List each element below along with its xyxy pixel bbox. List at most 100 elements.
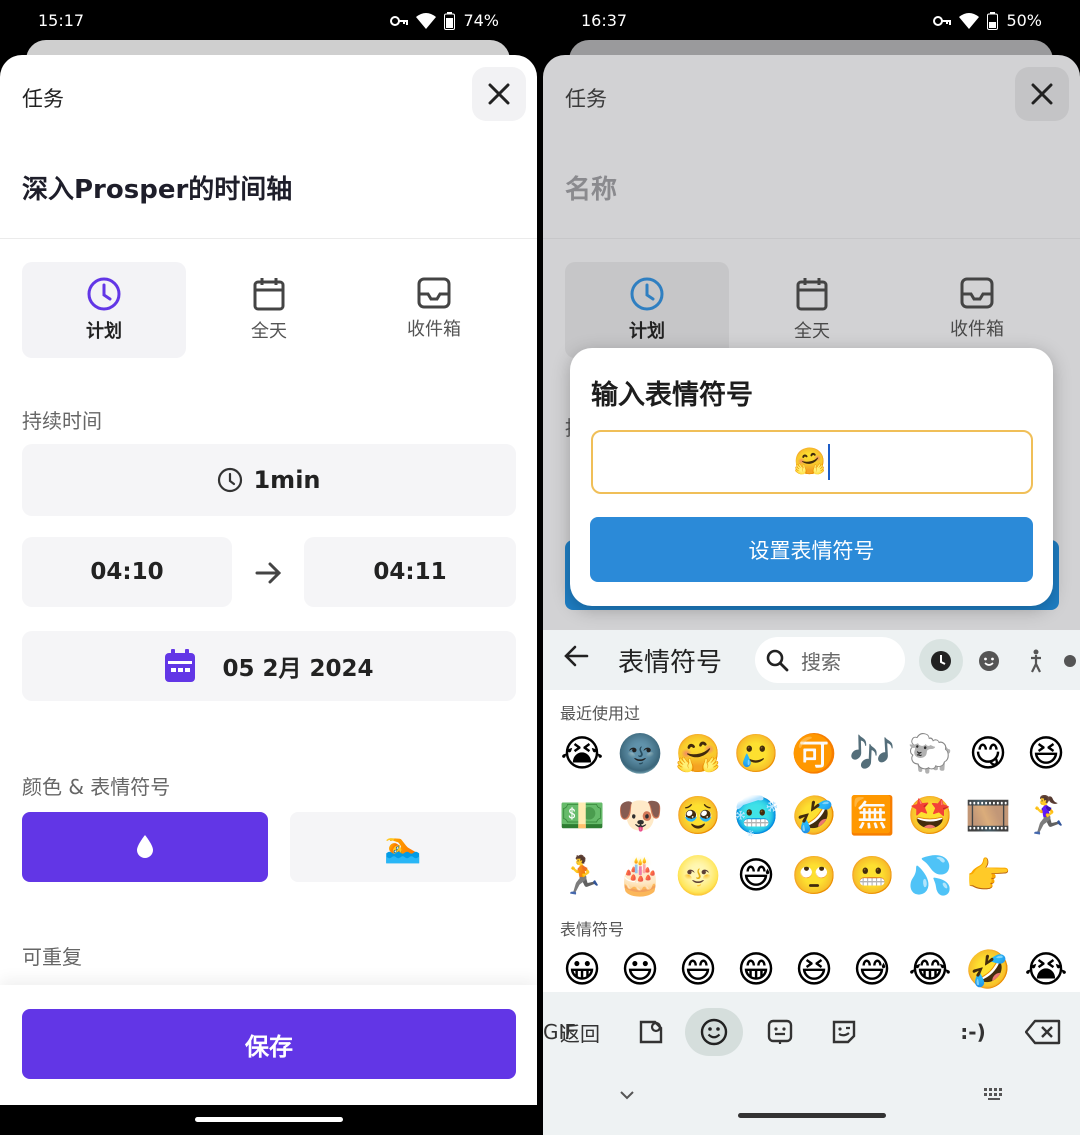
- category-people[interactable]: [1014, 639, 1058, 683]
- emoji-key[interactable]: 🤣: [959, 944, 1017, 994]
- start-time: 04:10: [90, 559, 164, 585]
- wifi-icon: [959, 12, 980, 29]
- emoji-key[interactable]: 😆: [785, 944, 843, 994]
- emoji-key[interactable]: 🤣: [785, 790, 843, 840]
- tab-all-day[interactable]: 全天: [187, 262, 351, 358]
- emoji-key[interactable]: 💵: [553, 790, 611, 840]
- gif-button[interactable]: GIF: [543, 1008, 576, 1056]
- emoji-tab-button[interactable]: [685, 1008, 743, 1056]
- stickers-pack-button[interactable]: [827, 1008, 861, 1056]
- emoji-key[interactable]: 🙄: [785, 850, 843, 900]
- keyboard-switch-icon[interactable]: [983, 1086, 1005, 1102]
- bitmoji-icon: [767, 1019, 793, 1044]
- search-placeholder: 搜索: [801, 649, 841, 674]
- emoji-kitchen-button[interactable]: [763, 1008, 797, 1056]
- emoji-input-dialog: 输入表情符号 🤗 设置表情符号: [570, 348, 1053, 606]
- battery-percent: 74%: [463, 11, 499, 30]
- emoji-key[interactable]: 😄: [669, 944, 727, 994]
- emoji-key[interactable]: 🏃: [553, 850, 611, 900]
- backspace-button[interactable]: [1023, 1008, 1063, 1056]
- right-screen: 16:37 50% 任务 名称 计划 全天 收件箱 输入表情符号 🤗 设置表情符…: [543, 0, 1080, 1135]
- battery-icon: [987, 11, 999, 30]
- emoji-key[interactable]: 🈚: [843, 790, 901, 840]
- emoji-key[interactable]: 😅: [843, 944, 901, 994]
- tab-inbox[interactable]: 收件箱: [895, 262, 1059, 358]
- category-smileys[interactable]: [967, 639, 1011, 683]
- emoji-key[interactable]: 😭: [1017, 944, 1075, 994]
- emoji-key[interactable]: 👉: [959, 850, 1017, 900]
- category-recent[interactable]: [919, 639, 963, 683]
- emoji-key[interactable]: 💦: [901, 850, 959, 900]
- emoticon-button[interactable]: :-): [955, 1008, 991, 1056]
- sticker-button[interactable]: [633, 1008, 669, 1056]
- dialog-title: 输入表情符号: [591, 380, 753, 411]
- tab-plan[interactable]: 计划: [565, 262, 729, 358]
- recent-clock-icon: [931, 651, 951, 671]
- tab-label: 计划: [86, 321, 122, 342]
- inbox-icon: [417, 277, 451, 309]
- vpn-key-icon: [933, 15, 952, 26]
- clock-icon: [87, 277, 121, 311]
- emoji-key[interactable]: 🥲: [727, 728, 785, 778]
- search-icon: [766, 649, 789, 672]
- home-gesture-handle[interactable]: [738, 1113, 886, 1118]
- emoji-key[interactable]: 😅: [727, 850, 785, 900]
- emoji-search-input[interactable]: 搜索: [755, 637, 905, 683]
- wifi-icon: [416, 12, 437, 29]
- emoji-key[interactable]: 😆: [1017, 728, 1075, 778]
- tab-label: 收件箱: [950, 319, 1004, 340]
- emoji-key[interactable]: 😀: [553, 944, 611, 994]
- emoji-key[interactable]: 🏃‍♀️: [1017, 790, 1075, 840]
- tab-plan[interactable]: 计划: [22, 262, 186, 358]
- color-picker-button[interactable]: [22, 812, 268, 882]
- task-type-tabs: 计划 全天 收件箱: [565, 262, 1059, 358]
- animal-icon: [1064, 655, 1076, 667]
- chevron-down-icon[interactable]: [619, 1090, 635, 1100]
- set-emoji-button[interactable]: 设置表情符号: [590, 517, 1033, 582]
- water-drop-icon: [137, 835, 153, 858]
- emoji-key[interactable]: 😋: [959, 728, 1017, 778]
- inbox-icon: [960, 277, 994, 309]
- close-button[interactable]: [472, 67, 526, 121]
- save-button[interactable]: 保存: [22, 1009, 516, 1079]
- status-time: 15:17: [38, 11, 85, 30]
- emoji-key[interactable]: 🎞️: [959, 790, 1017, 840]
- arrow-back-icon[interactable]: [563, 643, 589, 669]
- tab-all-day[interactable]: 全天: [730, 262, 894, 358]
- date-picker[interactable]: 05 2月 2024: [22, 631, 516, 701]
- emoji-row: 😭 🌚 🤗 🥲 🉑 🎶 🐑 😋 😆: [553, 728, 1075, 778]
- end-time: 04:11: [373, 559, 447, 585]
- start-time-picker[interactable]: 04:10: [22, 537, 232, 607]
- divider: [543, 238, 1080, 239]
- emoji-key[interactable]: 🎶: [843, 728, 901, 778]
- emoji-key[interactable]: 🌝: [669, 850, 727, 900]
- emoji-key[interactable]: 🤩: [901, 790, 959, 840]
- duration-picker[interactable]: 1min: [22, 444, 516, 516]
- emoji-key[interactable]: 😬: [843, 850, 901, 900]
- emoji-key[interactable]: 🐑: [901, 728, 959, 778]
- smiley-icon: [700, 1018, 728, 1046]
- emoji-input-field[interactable]: 🤗: [591, 430, 1033, 494]
- task-name-field[interactable]: 深入Prosper的时间轴: [22, 169, 292, 206]
- emoji-key[interactable]: 🌚: [611, 728, 669, 778]
- emoji-key[interactable]: 😃: [611, 944, 669, 994]
- date-value: 05 2月 2024: [222, 656, 374, 682]
- close-button[interactable]: [1015, 67, 1069, 121]
- emoji-key[interactable]: 🉑: [785, 728, 843, 778]
- emoji-key[interactable]: 🐶: [611, 790, 669, 840]
- emoji-picker-button[interactable]: 🏊: [290, 812, 516, 882]
- category-animals[interactable]: [1059, 639, 1080, 683]
- emoji-key[interactable]: 😭: [553, 728, 611, 778]
- emoji-key[interactable]: 😂: [901, 944, 959, 994]
- emoji-key[interactable]: 🥹: [669, 790, 727, 840]
- backspace-icon: [1025, 1019, 1061, 1045]
- emoji-key[interactable]: 🎂: [611, 850, 669, 900]
- end-time-picker[interactable]: 04:11: [304, 537, 516, 607]
- clock-icon: [630, 277, 664, 311]
- home-gesture-handle[interactable]: [195, 1117, 343, 1122]
- tab-inbox[interactable]: 收件箱: [352, 262, 516, 358]
- emoji-key[interactable]: 😁: [727, 944, 785, 994]
- emoji-key[interactable]: 🤗: [669, 728, 727, 778]
- emoji-key[interactable]: 🥶: [727, 790, 785, 840]
- task-name-field[interactable]: 名称: [565, 169, 617, 206]
